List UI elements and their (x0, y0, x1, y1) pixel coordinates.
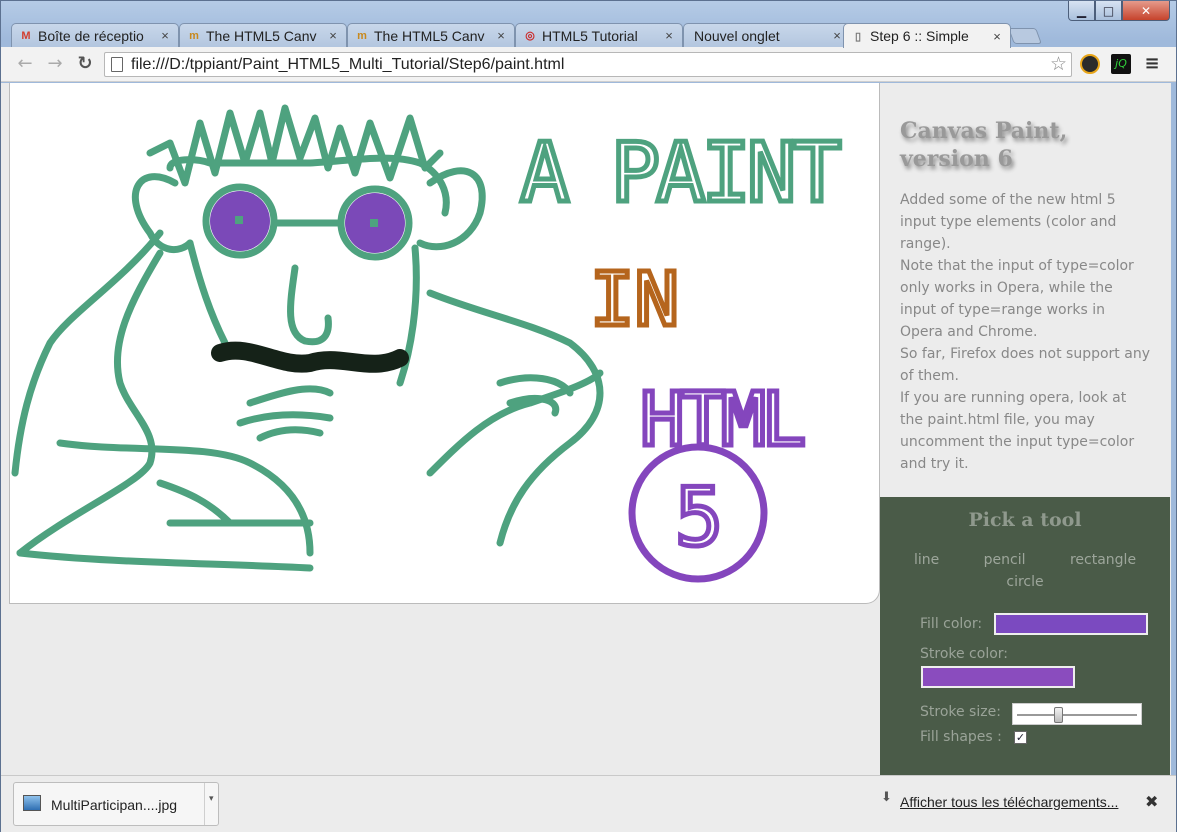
description-line: Added some of the new html 5 input type … (900, 192, 1117, 252)
tab-gmail[interactable]: M Boîte de réceptio × (11, 23, 179, 47)
belt-stroke (156, 479, 234, 527)
tool-list: line pencil rectangle circle (880, 549, 1170, 593)
fill-shapes-checkbox[interactable]: ✓ (1014, 731, 1027, 744)
divider (204, 783, 205, 825)
page-icon: ▯ (854, 30, 862, 43)
close-shelf-icon[interactable]: ✖ (1145, 792, 1158, 811)
close-tab-icon[interactable]: × (494, 28, 508, 43)
page-content: A PAINT IN HTML 5 Canvas Paint, version … (1, 83, 1171, 775)
menu-icon[interactable]: ≡ (1142, 55, 1162, 75)
cheek-left-stroke (186, 239, 229, 347)
tab-label: Boîte de réceptio (38, 27, 144, 44)
close-tab-icon[interactable]: × (158, 28, 172, 43)
back-button[interactable]: ← (15, 55, 35, 75)
right-ear-stroke (416, 167, 486, 251)
body-left-stroke (11, 229, 164, 477)
tab-step6[interactable]: ▯ Step 6 :: Simple × (843, 23, 1011, 48)
text-in: IN (590, 257, 679, 343)
tool-heading: Pick a tool (968, 509, 1082, 531)
left-ear-stroke (131, 173, 194, 254)
slider-thumb[interactable] (1054, 707, 1063, 723)
minimize-button[interactable]: ▁ (1068, 1, 1095, 21)
tab-label: The HTML5 Canv (374, 27, 485, 44)
fill-color-label: Fill color: (920, 616, 983, 632)
bookmark-star-icon[interactable]: ☆ (1050, 53, 1067, 76)
browser-window: ▁ □ ✕ M Boîte de réceptio × m The HTML5 … (0, 0, 1177, 832)
tab-label: Nouvel onglet (694, 27, 780, 44)
plex-extension-icon[interactable] (1080, 54, 1100, 74)
downloads-shelf: MultiParticipan....jpg ▾ ⬇ Afficher tous… (1, 775, 1176, 832)
hair-stroke (146, 104, 444, 187)
arm-2-stroke (16, 549, 314, 572)
canvas-drawing: A PAINT IN HTML 5 (11, 104, 847, 583)
tab-label: Step 6 :: Simple (870, 28, 969, 44)
panel-description: Added some of the new html 5 input type … (900, 189, 1150, 475)
show-all-downloads-link[interactable]: Afficher tous les téléchargements... (900, 794, 1118, 810)
nose-stroke (287, 264, 332, 346)
tool-rectangle[interactable]: rectangle (1070, 552, 1136, 568)
fingers-stroke (236, 385, 334, 442)
drawing-canvas[interactable]: A PAINT IN HTML 5 (9, 83, 880, 604)
address-bar[interactable]: file:///D:/tppiant/Paint_HTML5_Multi_Tut… (104, 52, 1072, 77)
download-item[interactable]: MultiParticipan....jpg ▾ (13, 782, 219, 826)
info-panel: Canvas Paint, version 6 Added some of th… (880, 83, 1170, 497)
panel-title: Canvas Paint, version 6 (900, 118, 1068, 172)
dropdown-arrow-icon[interactable]: ▾ (209, 793, 214, 804)
description-line: So far, Firefox does not support any of … (900, 346, 1150, 384)
tab-strip: M Boîte de réceptio × m The HTML5 Canv ×… (11, 23, 1091, 48)
left-pupil-dot (235, 216, 243, 224)
close-tab-icon[interactable]: × (326, 28, 340, 43)
close-tab-icon[interactable]: × (662, 28, 676, 43)
stroke-size-label: Stroke size: (920, 704, 1001, 720)
right-pupil-dot (370, 219, 378, 227)
address-text: file:///D:/tppiant/Paint_HTML5_Multi_Tut… (131, 56, 565, 73)
browser-toolbar: ← → ↻ file:///D:/tppiant/Paint_HTML5_Mul… (1, 47, 1176, 82)
close-tab-icon[interactable]: × (990, 29, 1004, 44)
new-tab-button[interactable] (1008, 28, 1042, 44)
slider-track (1017, 714, 1137, 716)
page-icon (111, 57, 123, 72)
tab-label: The HTML5 Canv (206, 27, 317, 44)
image-file-icon (23, 795, 41, 811)
body-right-stroke (426, 289, 604, 547)
close-tab-icon[interactable]: × (830, 28, 844, 43)
tab-html5-canvas-2[interactable]: m The HTML5 Canv × (347, 23, 515, 47)
text-5: 5 (675, 471, 723, 564)
fill-shapes-label: Fill shapes : (920, 729, 1002, 745)
tab-new-tab[interactable]: Nouvel onglet × (683, 23, 851, 47)
description-line: Note that the input of type=color only w… (900, 258, 1134, 340)
jquery-extension-icon[interactable]: jQ (1111, 54, 1131, 74)
fill-color-picker[interactable] (994, 613, 1148, 635)
text-a-paint: A PAINT (520, 126, 840, 221)
stroke-color-picker[interactable] (921, 666, 1075, 688)
html5-tutorial-icon: m (357, 29, 367, 42)
hand-stroke (426, 369, 604, 477)
stroke-size-slider[interactable] (1012, 703, 1142, 725)
close-window-button[interactable]: ✕ (1122, 1, 1170, 21)
mustache-stroke (211, 341, 409, 373)
description-line: If you are running opera, look at the pa… (900, 390, 1135, 472)
tool-circle[interactable]: circle (1006, 574, 1043, 590)
tool-panel: Pick a tool line pencil rectangle circle… (880, 497, 1170, 775)
tab-label: HTML5 Tutorial (542, 27, 638, 44)
html5-tutorial-icon: m (189, 29, 199, 42)
download-icon: ⬇ (881, 790, 892, 805)
forward-button[interactable]: → (45, 55, 65, 75)
tool-pencil[interactable]: pencil (984, 552, 1026, 568)
maximize-button[interactable]: □ (1095, 1, 1122, 21)
stroke-color-label: Stroke color: (920, 646, 1009, 662)
window-controls: ▁ □ ✕ (1068, 1, 1170, 21)
tab-html5-canvas-1[interactable]: m The HTML5 Canv × (179, 23, 347, 47)
tab-html5-tutorial[interactable]: ◎ HTML5 Tutorial × (515, 23, 683, 47)
download-file-name: MultiParticipan....jpg (51, 797, 178, 813)
opera-icon: ◎ (525, 30, 535, 42)
gmail-icon: M (21, 29, 31, 42)
reload-button[interactable]: ↻ (75, 55, 95, 75)
tool-line[interactable]: line (914, 552, 939, 568)
